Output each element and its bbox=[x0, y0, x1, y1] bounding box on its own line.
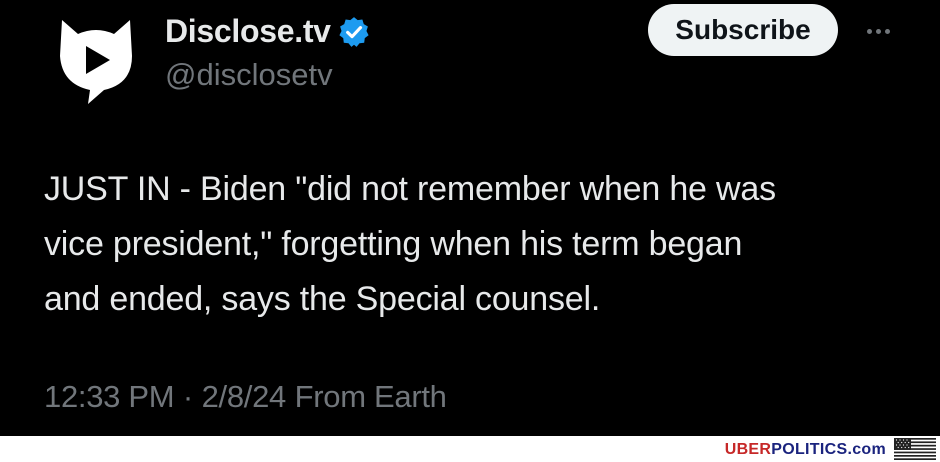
meta-separator: · bbox=[182, 379, 193, 414]
tweet-text-line: vice president," forgetting when his ter… bbox=[44, 225, 743, 263]
dot bbox=[884, 28, 890, 34]
tweet-card: Disclose.tv @disclosetv Subscribe JUST I… bbox=[0, 0, 940, 436]
verified-badge-icon bbox=[337, 15, 371, 49]
more-options-icon[interactable] bbox=[858, 14, 898, 48]
tweet-time[interactable]: 12:33 PM bbox=[44, 379, 175, 414]
dot bbox=[875, 28, 881, 34]
display-name[interactable]: Disclose.tv bbox=[165, 12, 331, 50]
tweet-meta: 12:33 PM · 2/8/24 From Earth bbox=[44, 378, 447, 416]
account-name-row: Disclose.tv bbox=[165, 12, 371, 50]
tweet-text-line: and ended, says the Special counsel. bbox=[44, 280, 601, 318]
account-handle[interactable]: @disclosetv bbox=[165, 56, 333, 94]
subscribe-button[interactable]: Subscribe bbox=[648, 4, 838, 56]
tweet-text-line: JUST IN - Biden "did not remember when h… bbox=[44, 170, 776, 208]
tweet-text: JUST IN - Biden "did not remember when h… bbox=[44, 162, 924, 327]
tweet-date[interactable]: 2/8/24 bbox=[202, 379, 287, 414]
watermark-part-uber: UBER bbox=[724, 441, 772, 458]
tweet-source: From Earth bbox=[294, 379, 447, 414]
disclose-play-bubble-icon bbox=[60, 20, 132, 104]
dot bbox=[866, 28, 872, 34]
watermark: UBERPOLITICS.com bbox=[725, 441, 886, 459]
page: Disclose.tv @disclosetv Subscribe JUST I… bbox=[0, 0, 940, 462]
avatar[interactable] bbox=[48, 12, 144, 108]
watermark-part-politics: POLITICS.com bbox=[771, 441, 886, 458]
us-flag-icon bbox=[894, 438, 936, 460]
